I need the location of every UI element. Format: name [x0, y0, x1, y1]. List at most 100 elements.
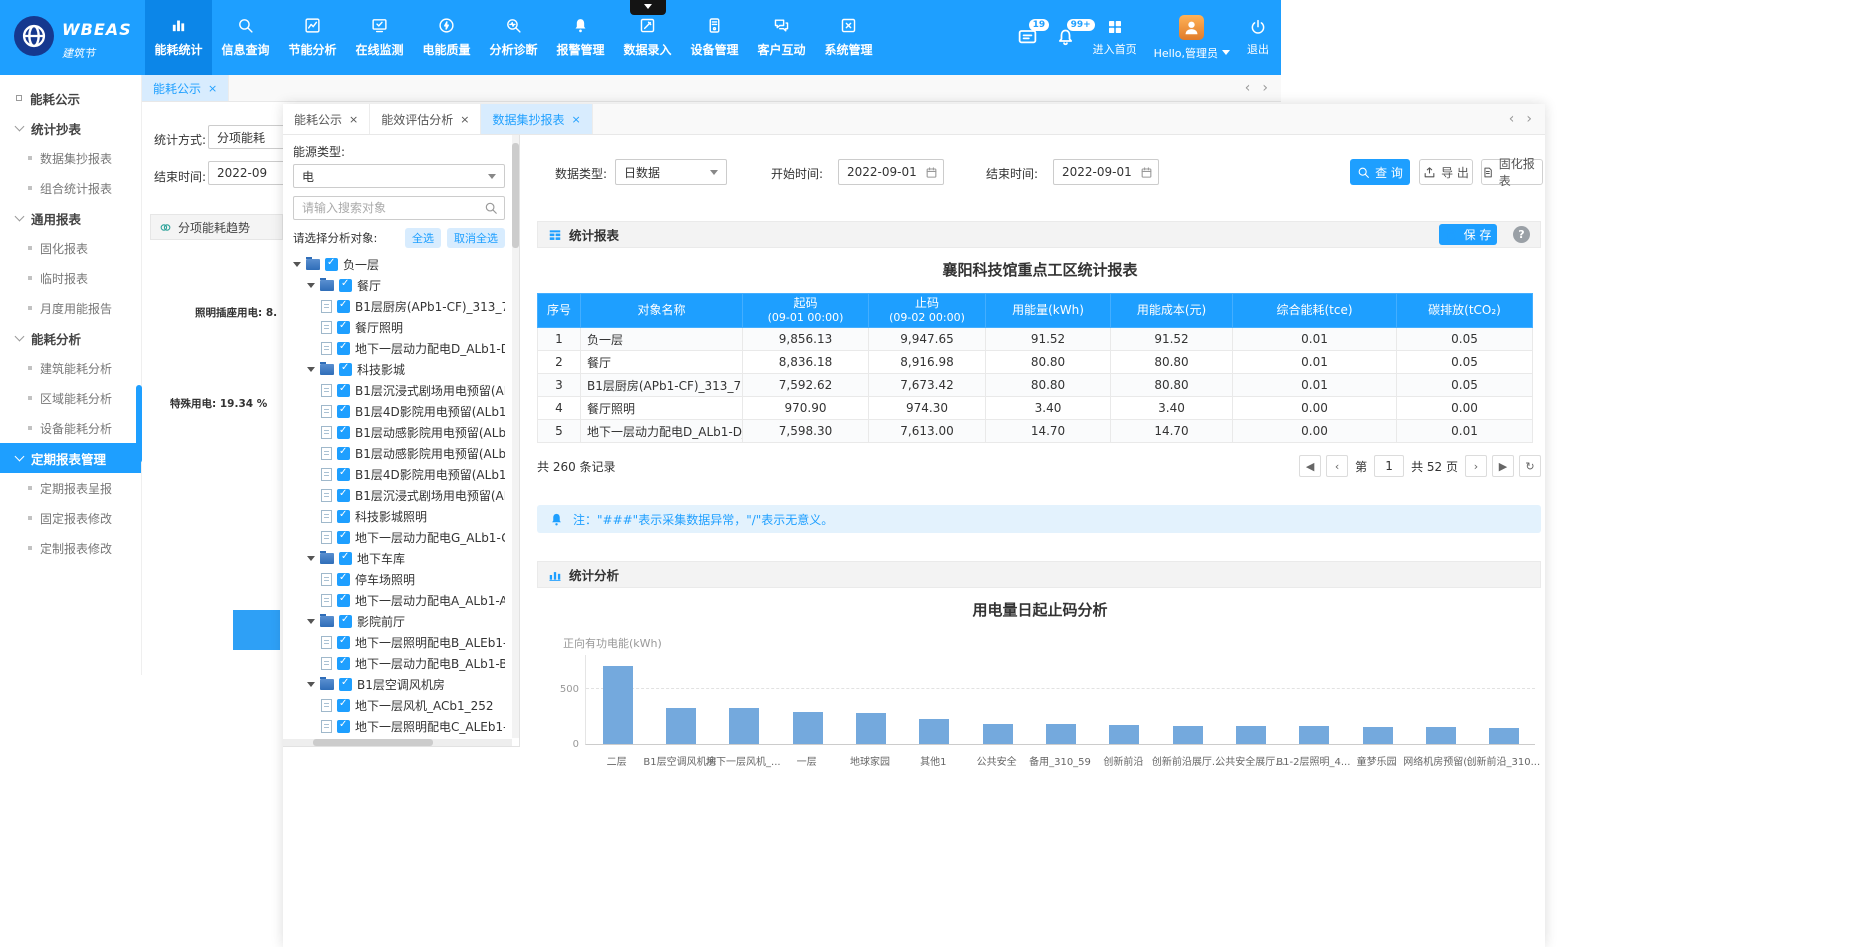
select-all-button[interactable]: 全选 — [405, 228, 441, 248]
nav-item[interactable]: 能耗统计 — [145, 0, 212, 75]
tab-scroll-right-icon[interactable]: › — [1262, 80, 1268, 96]
checkbox-checked[interactable] — [337, 594, 350, 607]
prev-page-button[interactable]: ‹ — [1326, 455, 1348, 477]
tree-node[interactable]: B1层4D影院用电预留(ALb1-YY(4 — [293, 464, 505, 485]
sidebar-item[interactable]: 月度用能报告 — [0, 293, 141, 323]
tree-node[interactable]: 停车场照明 — [293, 569, 505, 590]
calendar-icon[interactable] — [925, 166, 938, 179]
save-button[interactable]: 保 存 — [1439, 224, 1497, 245]
nav-item[interactable]: 客户互动 — [748, 0, 815, 75]
checkbox-checked[interactable] — [337, 405, 350, 418]
nav-item[interactable]: 在线监测 — [346, 0, 413, 75]
checkbox-checked[interactable] — [339, 615, 352, 628]
tree-node[interactable]: B1层动感影院用电预留(ALb1-YY — [293, 422, 505, 443]
sidebar-item[interactable]: 建筑能耗分析 — [0, 353, 141, 383]
tab-scroll-left-icon[interactable]: ‹ — [1509, 111, 1515, 127]
open-dropdown-caret[interactable] — [630, 0, 666, 15]
home-button[interactable]: 进入首页 — [1093, 18, 1137, 57]
nav-item[interactable]: 设备管理 — [681, 0, 748, 75]
sidebar-item[interactable]: 统计抄表 — [0, 113, 141, 143]
tree-node[interactable]: 负一层 — [293, 254, 505, 275]
query-button[interactable]: 查 询 — [1350, 159, 1410, 185]
sidebar-item[interactable]: 数据集抄报表 — [0, 143, 141, 173]
tree-node[interactable]: 地下一层照明配电C_ALEb1-C_26 — [293, 716, 505, 737]
checkbox-checked[interactable] — [337, 531, 350, 544]
tab[interactable]: 能耗公示× — [142, 75, 229, 101]
tab-close-icon[interactable]: × — [349, 113, 358, 126]
checkbox-checked[interactable] — [339, 678, 352, 691]
tree-node[interactable]: 地下一层照明配电B_ALEb1-B_26 — [293, 632, 505, 653]
tree-expand-icon[interactable] — [293, 262, 301, 271]
checkbox-checked[interactable] — [337, 384, 350, 397]
tab-close-icon[interactable]: × — [460, 113, 469, 126]
tree-expand-icon[interactable] — [307, 619, 315, 628]
checkbox-checked[interactable] — [337, 300, 350, 313]
sidebar-item[interactable]: 区域能耗分析 — [0, 383, 141, 413]
tree-expand-icon[interactable] — [307, 556, 315, 565]
first-page-button[interactable]: ◀ — [1299, 455, 1321, 477]
checkbox-checked[interactable] — [337, 699, 350, 712]
sidebar-item[interactable]: 组合统计报表 — [0, 173, 141, 203]
alert-button[interactable]: 99+ — [1055, 27, 1076, 48]
tree-node[interactable]: B1层动感影院用电预留(ALb1-YY — [293, 443, 505, 464]
checkbox-checked[interactable] — [337, 426, 350, 439]
checkbox-checked[interactable] — [339, 552, 352, 565]
nav-item[interactable]: 信息查询 — [212, 0, 279, 75]
sidebar-item[interactable]: 能耗公示 — [0, 83, 141, 113]
checkbox-checked[interactable] — [337, 720, 350, 733]
checkbox-checked[interactable] — [339, 279, 352, 292]
export-button[interactable]: 导 出 — [1419, 159, 1473, 185]
tree-scroll-thumb[interactable] — [512, 143, 519, 248]
message-button[interactable]: 19 — [1017, 27, 1038, 48]
checkbox-checked[interactable] — [339, 363, 352, 376]
tree-expand-icon[interactable] — [307, 682, 315, 691]
tree-node[interactable]: B1层厨房(APb1-CF)_313_77 — [293, 296, 505, 317]
tree-node[interactable]: B1层空调风机房 — [293, 674, 505, 695]
checkbox-checked[interactable] — [325, 258, 338, 271]
nav-item[interactable]: 电能质量 — [413, 0, 480, 75]
page-number-input[interactable]: 1 — [1374, 455, 1404, 477]
sidebar-item[interactable]: 定期报表管理 — [0, 443, 141, 473]
sidebar-scroll-thumb[interactable] — [136, 385, 142, 463]
tree-node[interactable]: 科技影城照明 — [293, 506, 505, 527]
tree-scrollbar-vertical[interactable] — [512, 135, 519, 738]
end-date-input[interactable]: 2022-09-01 — [1053, 159, 1159, 185]
tab[interactable]: 能耗公示× — [283, 104, 370, 134]
sidebar-item[interactable]: 定期报表呈报 — [0, 473, 141, 503]
checkbox-checked[interactable] — [337, 321, 350, 334]
nav-item[interactable]: 系统管理 — [815, 0, 882, 75]
checkbox-checked[interactable] — [337, 489, 350, 502]
deselect-all-button[interactable]: 取消全选 — [447, 228, 505, 248]
tree-node[interactable]: 影院前厅 — [293, 611, 505, 632]
refresh-button[interactable]: ↻ — [1519, 455, 1541, 477]
tree-node[interactable]: 地下一层动力配电B_ALb1-B_267 — [293, 653, 505, 674]
checkbox-checked[interactable] — [337, 573, 350, 586]
calendar-icon[interactable] — [1140, 166, 1153, 179]
tree-node[interactable]: 地下车库 — [293, 548, 505, 569]
search-icon[interactable] — [484, 201, 498, 215]
tree-node[interactable]: 地下一层动力配电A_ALb1-A_266 — [293, 590, 505, 611]
sidebar-item[interactable]: 临时报表 — [0, 263, 141, 293]
tab-close-icon[interactable]: × — [208, 82, 217, 95]
nav-item[interactable]: 节能分析 — [279, 0, 346, 75]
tree-node[interactable]: 科技影城 — [293, 359, 505, 380]
sidebar-item[interactable]: 固定报表修改 — [0, 503, 141, 533]
search-input[interactable] — [300, 200, 484, 216]
sidebar-item[interactable]: 定制报表修改 — [0, 533, 141, 563]
checkbox-checked[interactable] — [337, 657, 350, 670]
sidebar-item[interactable]: 设备能耗分析 — [0, 413, 141, 443]
tree-expand-icon[interactable] — [307, 283, 315, 292]
tab-scroll-left-icon[interactable]: ‹ — [1245, 80, 1251, 96]
tab-scroll-right-icon[interactable]: › — [1526, 111, 1532, 127]
nav-item[interactable]: 报警管理 — [547, 0, 614, 75]
tab[interactable]: 能效评估分析× — [370, 104, 481, 134]
tree-node[interactable]: 地下一层动力配电D_ALb1-D_242 — [293, 338, 505, 359]
energy-type-select[interactable]: 电 — [293, 164, 505, 188]
tree-node[interactable]: 餐厅照明 — [293, 317, 505, 338]
nav-item[interactable]: 数据录入 — [614, 0, 681, 75]
tree-expand-icon[interactable] — [307, 367, 315, 376]
logout-button[interactable]: 退出 — [1247, 18, 1269, 57]
sidebar-item[interactable]: 能耗分析 — [0, 323, 141, 353]
user-menu[interactable]: Hello,管理员 — [1154, 15, 1230, 61]
tree-node[interactable]: B1层沉浸式剧场用电预留(ALb1-Y — [293, 485, 505, 506]
